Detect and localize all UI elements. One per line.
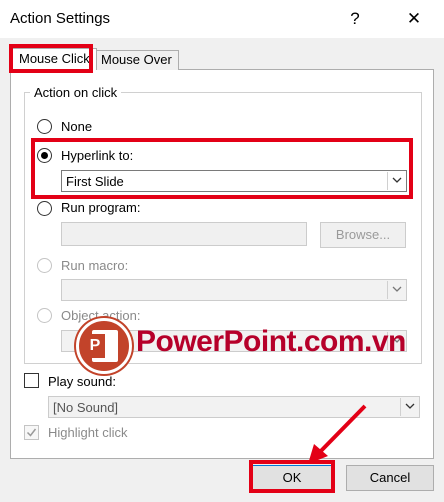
run-program-radio[interactable] (37, 201, 52, 216)
cancel-button-label: Cancel (369, 470, 411, 485)
run-macro-radio[interactable] (37, 258, 52, 273)
checkmark-icon (26, 428, 37, 437)
sound-select-value: [No Sound] (53, 400, 119, 415)
run-program-input[interactable] (61, 222, 307, 246)
watermark-text: PowerPoint.com.vn (136, 325, 406, 358)
run-program-label[interactable]: Run program: (61, 200, 140, 215)
tab-mouse-over[interactable]: Mouse Over (94, 50, 179, 70)
object-action-radio[interactable] (37, 308, 52, 323)
hyperlink-highlight-box (31, 138, 413, 199)
run-macro-label: Run macro: (61, 258, 129, 273)
none-label[interactable]: None (61, 119, 92, 134)
tab-mouse-over-label: Mouse Over (101, 52, 172, 67)
highlight-click-checkbox[interactable] (24, 425, 39, 440)
none-radio[interactable] (37, 119, 52, 134)
play-sound-label[interactable]: Play sound: (48, 374, 116, 389)
browse-button-label: Browse... (335, 227, 391, 242)
close-button[interactable]: ✕ (400, 6, 428, 32)
run-macro-select[interactable] (61, 279, 407, 301)
help-button[interactable]: ? (341, 6, 369, 32)
highlight-click-label: Highlight click (48, 425, 128, 440)
dialog-title: Action Settings (10, 10, 111, 27)
chevron-down-icon[interactable] (387, 281, 405, 299)
play-sound-checkbox[interactable] (24, 373, 39, 388)
chevron-down-icon[interactable] (400, 398, 418, 416)
browse-button[interactable]: Browse... (320, 222, 406, 248)
mouse-click-highlight-box (9, 44, 93, 73)
annotation-arrow-icon (308, 404, 367, 464)
logo-letter: P (85, 334, 105, 358)
action-on-click-legend: Action on click (30, 85, 122, 100)
